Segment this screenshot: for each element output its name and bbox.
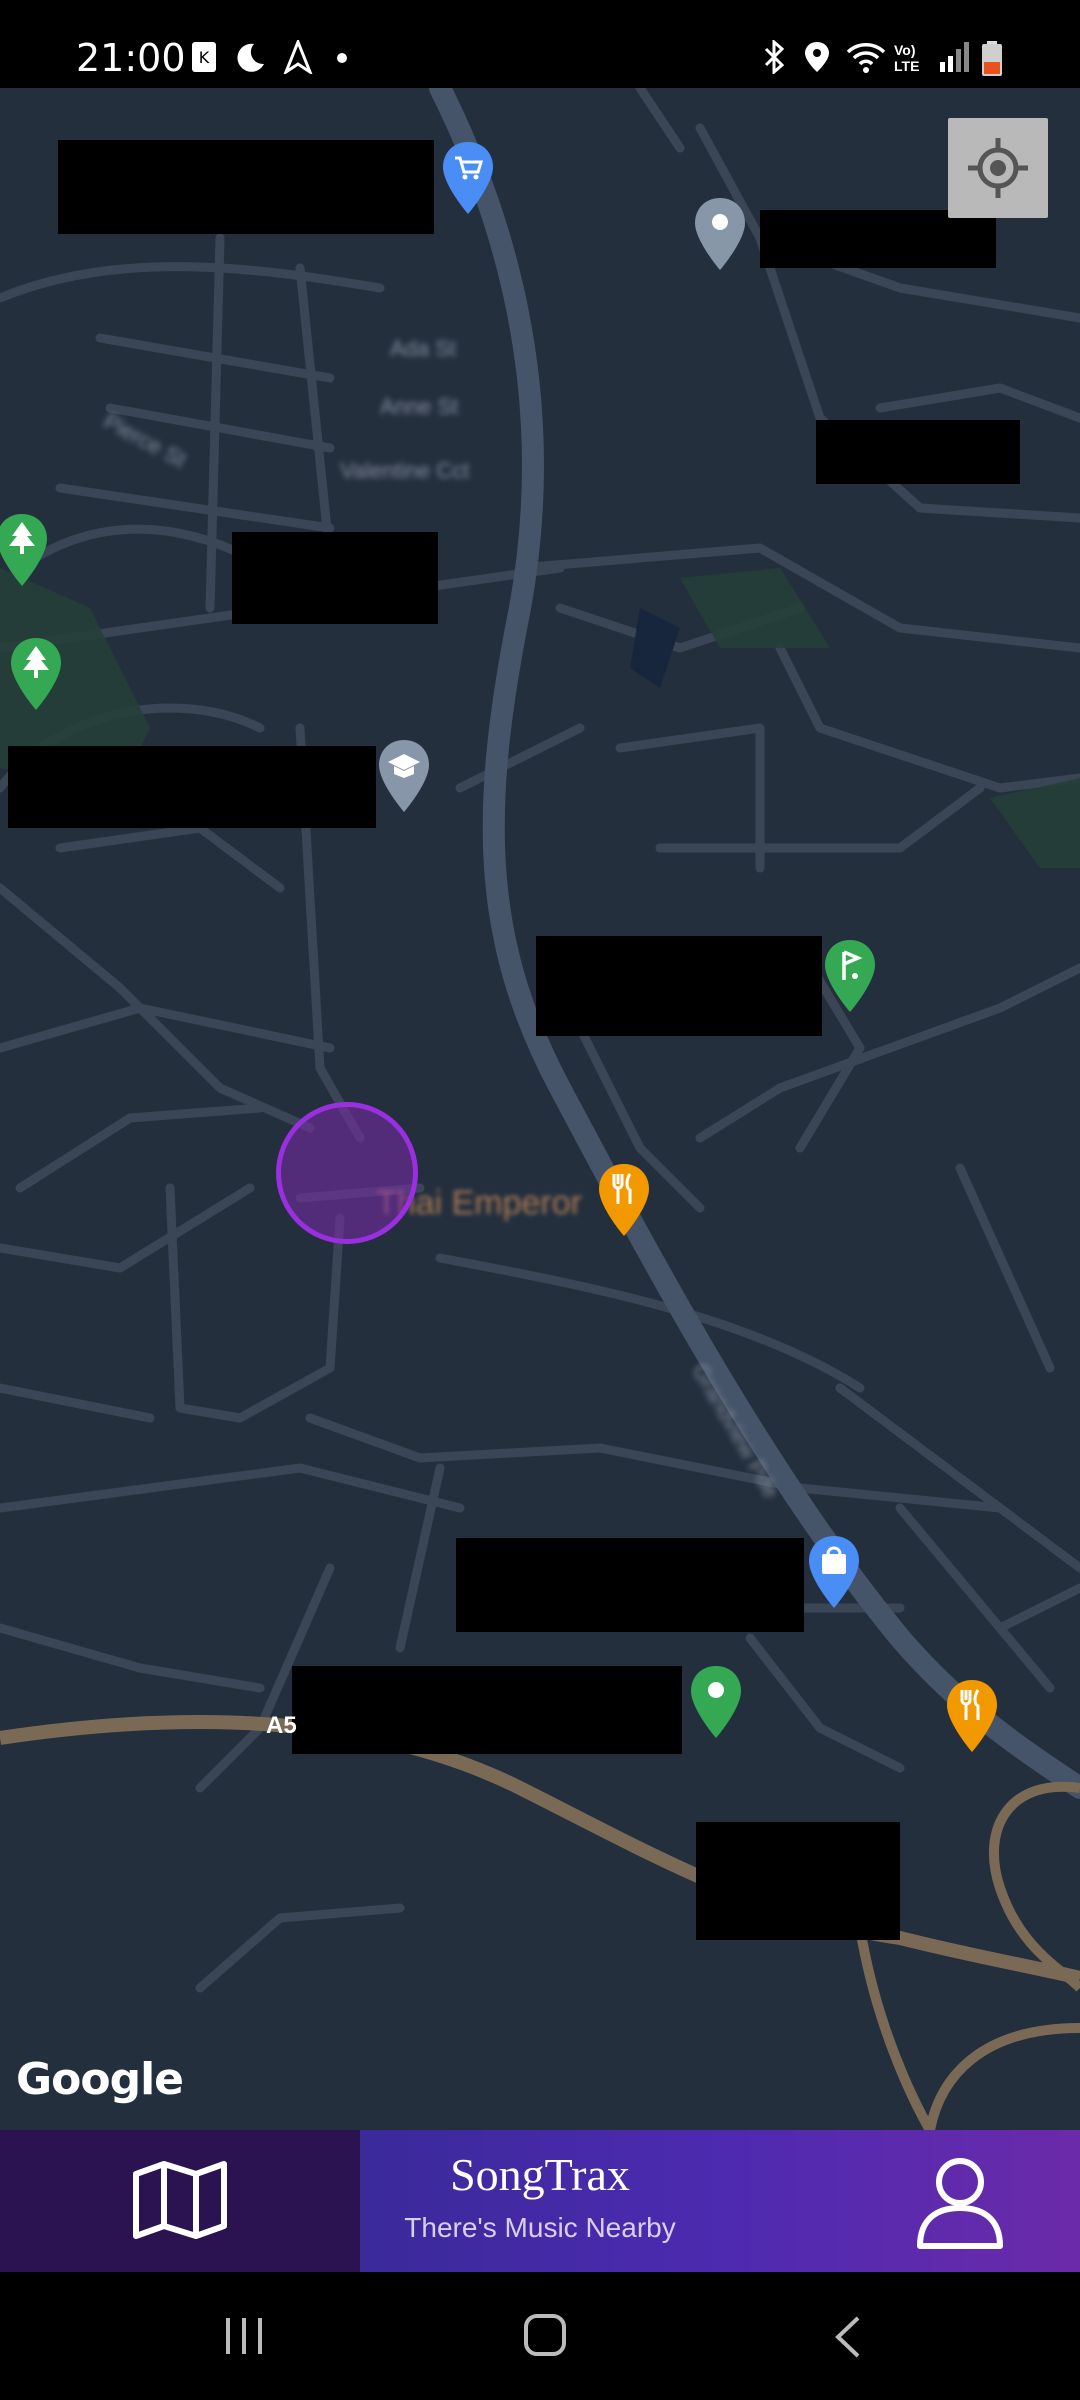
status-bar: 21:00 K Vo) LTE xyxy=(0,0,1080,88)
bluetooth-icon xyxy=(764,40,785,74)
restaurant-pin-icon[interactable] xyxy=(596,1162,652,1238)
navigation-arrow-icon xyxy=(283,40,313,74)
redacted-label xyxy=(232,532,438,624)
status-time: 21:00 xyxy=(76,36,186,80)
redacted-label xyxy=(760,210,996,268)
dot-icon xyxy=(337,53,347,63)
app-subtitle: There's Music Nearby xyxy=(404,2212,676,2243)
keyguard-icon: K xyxy=(192,42,216,72)
school-pin-icon[interactable] xyxy=(376,738,432,814)
map-view[interactable]: Ada St Anne St Valentine Cct Pierce St G… xyxy=(0,88,1080,2130)
map-tab-button[interactable] xyxy=(0,2130,360,2272)
app-title-bar: SongTrax There's Music Nearby xyxy=(360,2130,1080,2272)
app-title: SongTrax xyxy=(450,2149,630,2200)
park-pin-icon[interactable] xyxy=(0,512,50,588)
signal-icon xyxy=(940,42,969,72)
back-icon[interactable] xyxy=(830,2314,864,2360)
road-label-a5: A5 xyxy=(266,1712,297,1739)
generic-pin-icon[interactable] xyxy=(692,196,748,272)
svg-text:K: K xyxy=(199,48,210,67)
restaurant-pin-icon[interactable] xyxy=(944,1678,1000,1754)
redacted-label xyxy=(816,420,1020,484)
golf-pin-icon[interactable] xyxy=(822,938,878,1014)
battery-low-icon xyxy=(982,41,1002,76)
user-location-marker xyxy=(276,1102,418,1244)
map-icon xyxy=(133,2161,227,2239)
google-attribution: Google xyxy=(16,2054,184,2105)
map-roads xyxy=(0,88,1080,2130)
system-navigation-bar xyxy=(0,2272,1080,2400)
recent-apps-icon[interactable] xyxy=(222,2314,266,2358)
redacted-label xyxy=(8,746,376,828)
wifi-icon xyxy=(846,43,886,73)
bottom-navigation: SongTrax There's Music Nearby xyxy=(0,2130,1080,2272)
park-pin-icon[interactable] xyxy=(8,636,64,712)
redacted-label xyxy=(536,936,822,1036)
volte-icon: Vo) LTE xyxy=(894,42,920,74)
location-icon xyxy=(805,42,829,72)
user-profile-icon xyxy=(917,2158,1003,2249)
street-label-1: Ada St xyxy=(390,336,457,361)
generic-pin-icon[interactable] xyxy=(688,1664,744,1740)
shopping-bag-pin-icon[interactable] xyxy=(806,1534,862,1610)
redacted-label xyxy=(696,1822,900,1940)
do-not-disturb-moon-icon xyxy=(237,43,264,72)
redacted-label xyxy=(58,140,434,234)
redacted-label xyxy=(456,1538,804,1632)
street-label-2: Anne St xyxy=(380,394,459,419)
profile-tab-button[interactable] xyxy=(840,2130,1080,2272)
street-label-3: Valentine Cct xyxy=(340,458,470,483)
home-icon[interactable] xyxy=(522,2312,568,2358)
my-location-button[interactable] xyxy=(948,118,1048,218)
crosshair-icon xyxy=(968,138,1028,198)
redacted-label xyxy=(292,1666,682,1754)
shopping-cart-pin-icon[interactable] xyxy=(440,140,496,216)
